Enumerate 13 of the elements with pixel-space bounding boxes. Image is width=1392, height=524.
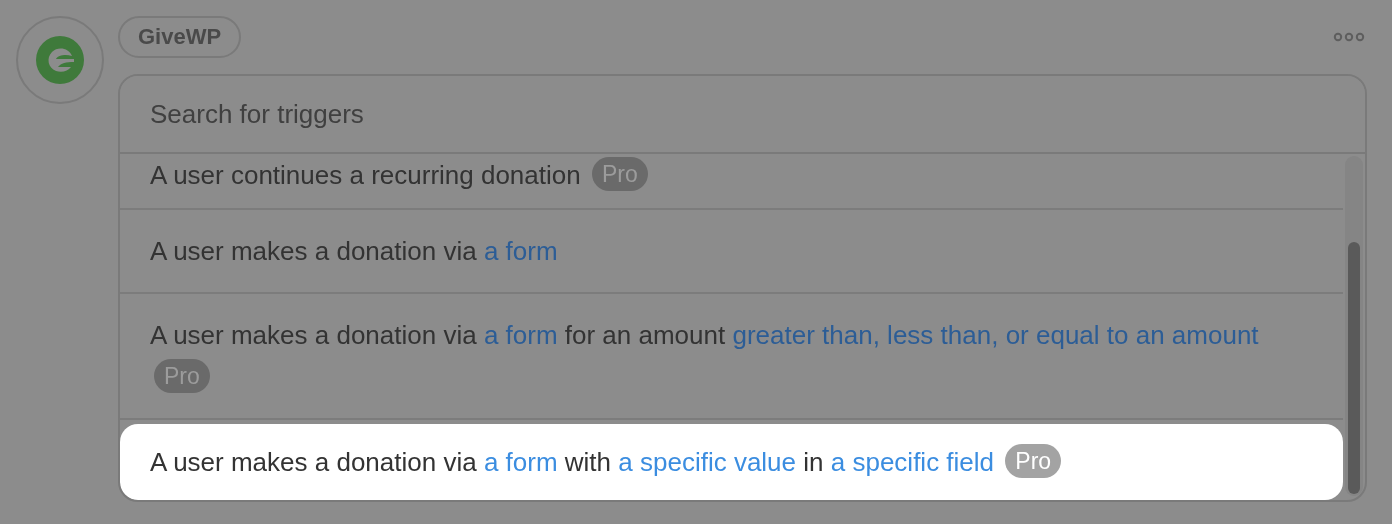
trigger-option[interactable]: A user makes a donation via a form (120, 210, 1343, 294)
trigger-option[interactable]: A user makes a donation via a form with a specific value in a specific field Pro (120, 424, 1343, 500)
link[interactable]: a form (483, 447, 558, 477)
link[interactable]: a form (483, 236, 558, 266)
link[interactable]: a form (483, 320, 558, 350)
app-tag[interactable]: GiveWP (118, 16, 242, 58)
link[interactable]: a specific value (618, 447, 797, 477)
link[interactable]: a specific field (830, 447, 995, 477)
link[interactable]: greater than, less than, or equal to an amount (732, 320, 1259, 350)
more-icon[interactable] (1333, 32, 1365, 42)
scrollbar[interactable] (1345, 156, 1363, 496)
search-field[interactable]: Search for triggers (120, 76, 1365, 154)
leaf-logo-icon (36, 36, 84, 84)
